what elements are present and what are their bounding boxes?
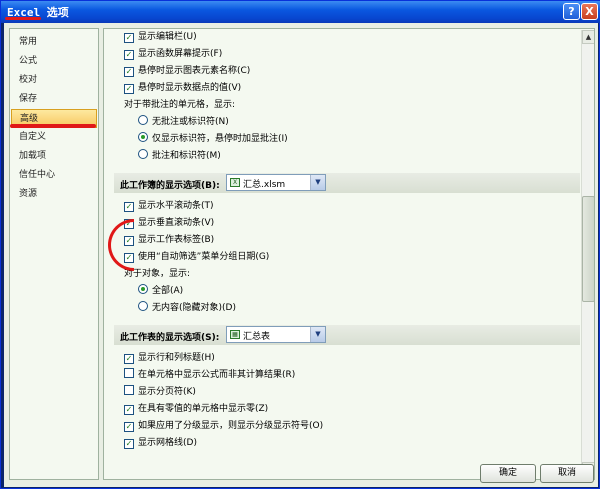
title-bar[interactable]: Excel 选项 ? X	[1, 1, 600, 23]
red-underline-annotation-nav	[10, 124, 96, 128]
chevron-down-icon[interactable]: ▼	[310, 175, 325, 190]
vertical-scrollbar[interactable]: ▲ ▼	[581, 30, 594, 478]
dialog-body: 常用 公式 校对 保存 高级 自定义 加载项 信任中心 资源 ✓ 显示编辑栏(U)…	[4, 23, 598, 487]
checkbox-empty-icon[interactable]	[124, 385, 134, 395]
close-button[interactable]: X	[581, 3, 598, 20]
sheet-icon: ▦	[230, 330, 240, 339]
cancel-button[interactable]: 取消	[540, 464, 594, 483]
excel-options-dialog: Excel 选项 ? X 常用 公式 校对 保存 高级 自定义 加载项 信任中心…	[0, 0, 600, 489]
nav-item-customize[interactable]: 自定义	[11, 128, 97, 147]
advanced-options-panel: ✓ 显示编辑栏(U) ✓ 显示函数屏幕提示(F) ✓ 悬停时显示图表元素名称(C) ✓…	[103, 28, 595, 480]
checkbox-function-tooltips[interactable]: ✓ 显示函数屏幕提示(F)	[124, 47, 222, 61]
checkbox-data-point-values[interactable]: ✓ 悬停时显示数据点的值(V)	[124, 81, 241, 95]
category-nav: 常用 公式 校对 保存 高级 自定义 加载项 信任中心 资源	[9, 28, 99, 480]
section-label-sheet: 此工作表的显示选项(S):	[120, 333, 220, 343]
checkbox-outline-symbols[interactable]: ✓ 如果应用了分级显示，则显示分级显示符号(O)	[124, 419, 323, 433]
nav-item-trust-center[interactable]: 信任中心	[11, 166, 97, 185]
radio-selected-icon[interactable]	[138, 132, 148, 142]
check-icon[interactable]: ✓	[124, 354, 134, 364]
red-underline-annotation	[5, 17, 41, 20]
radio-selected-icon[interactable]	[138, 284, 148, 294]
checkbox-show-formulas[interactable]: 在单元格中显示公式而非其计算结果(R)	[124, 368, 295, 382]
comments-heading: 对于带批注的单元格，显示:	[124, 100, 236, 110]
checkbox-row-col-headers[interactable]: ✓ 显示行和列标题(H)	[124, 351, 215, 365]
check-icon[interactable]: ✓	[124, 50, 134, 60]
checkbox-gridlines[interactable]: ✓ 显示网格线(D)	[124, 436, 197, 450]
checkbox-page-breaks[interactable]: 显示分页符(K)	[124, 385, 196, 399]
check-icon[interactable]: ✓	[124, 67, 134, 77]
checkbox-show-zeros[interactable]: ✓ 在具有零值的单元格中显示零(Z)	[124, 402, 268, 416]
nav-item-addins[interactable]: 加载项	[11, 147, 97, 166]
workbook-select[interactable]: X 汇总.xlsm ▼	[226, 174, 326, 191]
check-icon[interactable]: ✓	[124, 439, 134, 449]
checkbox-show-formula-bar[interactable]: ✓ 显示编辑栏(U)	[124, 30, 197, 44]
radio-no-comments[interactable]: 无批注或标识符(N)	[138, 115, 229, 129]
nav-item-formulas[interactable]: 公式	[11, 52, 97, 71]
nav-item-common[interactable]: 常用	[11, 33, 97, 52]
radio-icon[interactable]	[138, 301, 148, 311]
help-button[interactable]: ?	[563, 3, 580, 20]
excel-file-icon: X	[230, 178, 240, 187]
radio-comments-and-indicators[interactable]: 批注和标识符(M)	[138, 149, 221, 163]
checkbox-vertical-scrollbar[interactable]: ✓ 显示垂直滚动条(V)	[124, 216, 214, 230]
scroll-thumb[interactable]	[582, 196, 594, 302]
check-icon[interactable]: ✓	[124, 202, 134, 212]
radio-icon[interactable]	[138, 149, 148, 159]
check-icon[interactable]: ✓	[124, 422, 134, 432]
checkbox-sheet-tabs[interactable]: ✓ 显示工作表标签(B)	[124, 233, 214, 247]
sheet-display-section: 此工作表的显示选项(S): ▦ 汇总表 ▼	[114, 325, 580, 345]
radio-objects-hidden[interactable]: 无内容(隐藏对象)(D)	[138, 301, 236, 315]
nav-item-resources[interactable]: 资源	[11, 185, 97, 204]
checkbox-group-dates-autofilter[interactable]: ✓ 使用“自动筛选”菜单分组日期(G)	[124, 250, 269, 264]
checkbox-horizontal-scrollbar[interactable]: ✓ 显示水平滚动条(T)	[124, 199, 214, 213]
nav-item-proofing[interactable]: 校对	[11, 71, 97, 90]
scroll-up-icon[interactable]: ▲	[582, 30, 594, 44]
checkbox-chart-element-names[interactable]: ✓ 悬停时显示图表元素名称(C)	[124, 64, 250, 78]
section-label-workbook: 此工作簿的显示选项(B):	[120, 181, 220, 191]
radio-objects-all[interactable]: 全部(A)	[138, 284, 183, 298]
workbook-display-section: 此工作簿的显示选项(B): X 汇总.xlsm ▼	[114, 173, 580, 193]
ok-button[interactable]: 确定	[480, 464, 536, 483]
sheet-select[interactable]: ▦ 汇总表 ▼	[226, 326, 326, 343]
workbook-select-value: 汇总.xlsm	[243, 180, 286, 190]
chevron-down-icon[interactable]: ▼	[310, 327, 325, 342]
check-icon[interactable]: ✓	[124, 84, 134, 94]
radio-icon[interactable]	[138, 115, 148, 125]
sheet-select-value: 汇总表	[243, 332, 271, 342]
check-icon[interactable]: ✓	[124, 33, 134, 43]
check-icon[interactable]: ✓	[124, 405, 134, 415]
radio-indicators-only[interactable]: 仅显示标识符，悬停时加显批注(I)	[138, 132, 288, 146]
nav-item-save[interactable]: 保存	[11, 90, 97, 109]
checkbox-empty-icon[interactable]	[124, 368, 134, 378]
